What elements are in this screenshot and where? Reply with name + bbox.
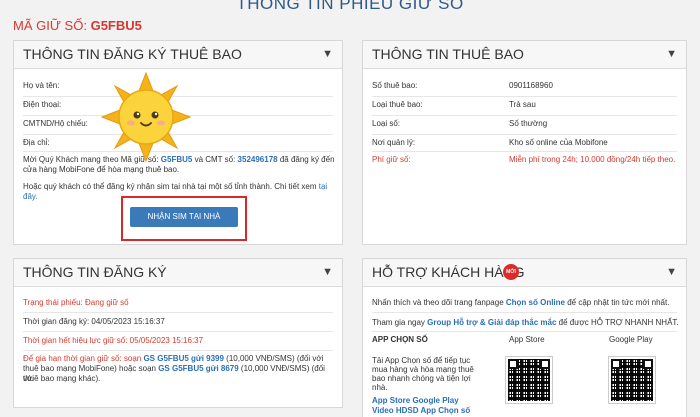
app-desc-line4: nhà. <box>372 383 388 392</box>
ticket-code-value: G5FBU5 <box>90 18 142 33</box>
registered-time: Thời gian đăng ký: 04/05/2023 15:16:37 <box>23 317 165 326</box>
chevron-down-icon[interactable]: ▼ <box>666 41 677 68</box>
app-heading: APP CHỌN SỐ <box>372 335 428 344</box>
chevron-down-icon[interactable]: ▼ <box>666 259 677 286</box>
ticket-code: MÃ GIỮ SỐ: G5FBU5 <box>13 18 142 33</box>
managed-by-value: Kho số online của Mobifone <box>509 138 608 147</box>
subscriber-number-value: 0901168960 <box>509 81 553 90</box>
fanpage-link[interactable]: Chọn số Online <box>506 298 565 307</box>
google-play-qr-code[interactable] <box>609 357 655 403</box>
subscriber-panel-header[interactable]: THÔNG TIN THUÊ BAO ▼ <box>363 41 686 69</box>
extend-sms-code-2: GS G5FBU5 gửi 8679 <box>158 364 239 373</box>
subscriber-type-value: Trả sau <box>509 100 536 109</box>
managed-by-label: Nơi quản lý: <box>372 138 416 147</box>
number-type-label: Loại số: <box>372 119 401 128</box>
home-sim-button[interactable]: NHẬN SIM TẠI NHÀ <box>130 207 238 227</box>
store-links[interactable]: App Store Google Play <box>372 396 459 406</box>
video-guide-link[interactable]: Video HDSD App Chọn số <box>372 406 470 416</box>
status-panel: THÔNG TIN ĐĂNG KÝ ▼ Trạng thái phiếu: Đa… <box>13 258 343 408</box>
subscriber-panel-title: THÔNG TIN THUÊ BAO <box>372 46 524 62</box>
field-name-label: Họ và tên: <box>23 81 60 90</box>
registration-panel-title: THÔNG TIN ĐĂNG KÝ THUÊ BAO <box>23 46 242 62</box>
chevron-down-icon[interactable]: ▼ <box>322 41 333 68</box>
ticket-code-label: MÃ GIỮ SỐ: <box>13 18 87 33</box>
invite-text-line2: cửa hàng MobiFone để hòa mạng thuê bao. <box>23 165 180 174</box>
hold-fee-value: Miễn phí trong 24h; 10.000 đồng/24h tiếp… <box>509 155 676 164</box>
status-panel-header[interactable]: THÔNG TIN ĐĂNG KÝ ▼ <box>14 259 342 287</box>
status-panel-title: THÔNG TIN ĐĂNG KÝ <box>23 264 167 280</box>
new-badge: MỚI <box>503 264 519 280</box>
support-panel-header[interactable]: HỖ TRỢ KHÁCH HÀNG ▼ <box>363 259 686 287</box>
chevron-down-icon[interactable]: ▼ <box>322 259 333 286</box>
field-id-label: CMTND/Hộ chiếu: <box>23 119 88 128</box>
hold-fee-label: Phí giữ số: <box>372 155 411 164</box>
extend-instruction-line1: Để gia hạn thời gian giữ số: soạn GS G5F… <box>23 354 324 363</box>
subscriber-panel: THÔNG TIN THUÊ BAO ▼ Số thuê bao: 090116… <box>362 40 687 245</box>
registration-panel: THÔNG TIN ĐĂNG KÝ THUÊ BAO ▼ Họ và tên: … <box>13 40 343 245</box>
sun-sticker-icon <box>100 71 192 163</box>
registration-panel-header[interactable]: THÔNG TIN ĐĂNG KÝ THUÊ BAO ▼ <box>14 41 342 69</box>
fanpage-text: Nhấn thích và theo dõi trang fanpage Chọ… <box>372 298 670 307</box>
group-text: Tham gia ngay Group Hỗ trợ & Giải đáp th… <box>372 318 679 327</box>
support-panel-title: HỖ TRỢ KHÁCH HÀNG <box>372 264 525 280</box>
alt-text: Hoặc quý khách có thể đăng ký nhận sim t… <box>23 182 328 191</box>
subscriber-type-label: Loại thuê bao: <box>372 100 423 109</box>
ticket-status: Trạng thái phiếu: Đang giữ số <box>23 298 129 307</box>
group-link[interactable]: Group Hỗ trợ & Giải đáp thắc mắc <box>427 318 556 327</box>
expiry-time: Thời gian hết hiệu lực giữ số: 05/05/202… <box>23 336 204 345</box>
number-type-value: Số thường <box>509 119 548 128</box>
support-panel: HỖ TRỢ KHÁCH HÀNG ▼ MỚI Nhấn thích và th… <box>362 258 687 417</box>
extend-instruction-line3: thuê bao mạng khác). <box>23 374 101 383</box>
invite-id: 352496178 <box>237 155 278 164</box>
field-phone-label: Điện thoại: <box>23 100 62 109</box>
subscriber-number-label: Số thuê bao: <box>372 81 418 90</box>
field-address-label: Địa chỉ: <box>23 138 50 147</box>
extend-sms-code-1: GS G5FBU5 gửi 9399 <box>143 354 224 363</box>
google-play-label: Google Play <box>609 335 653 344</box>
app-store-qr-code[interactable] <box>506 357 552 403</box>
alt-link-line2[interactable]: đây. <box>23 192 38 202</box>
app-store-label: App Store <box>509 335 545 344</box>
alt-link[interactable]: tại <box>319 182 327 191</box>
page-title: THÔNG TIN PHIẾU GIỮ SỐ <box>236 0 464 13</box>
